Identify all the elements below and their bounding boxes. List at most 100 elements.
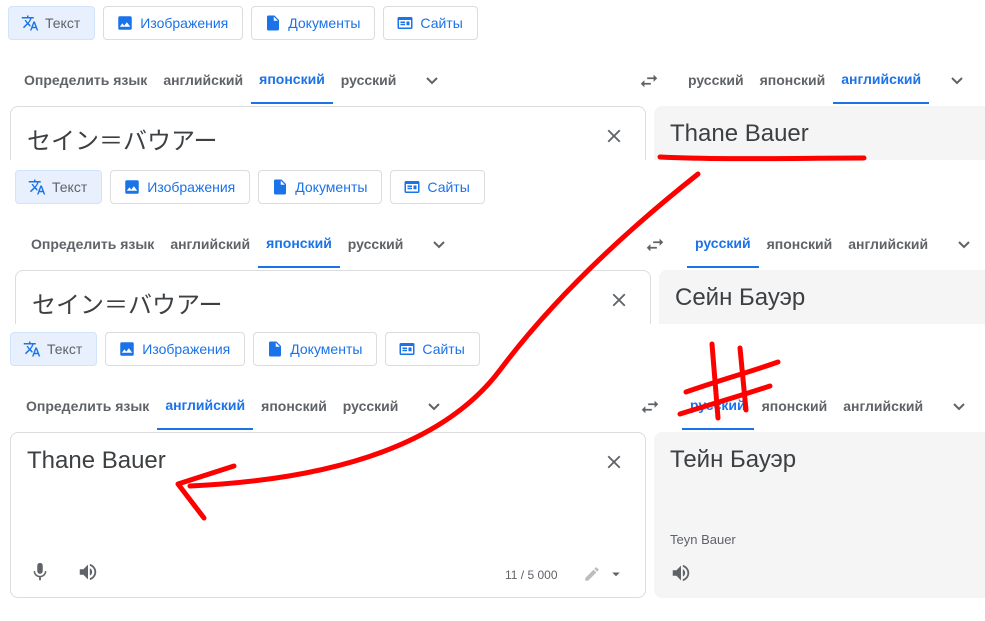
target-lang-russian[interactable]: русский (680, 56, 752, 104)
document-icon (269, 341, 282, 357)
mode-documents-label: Документы (295, 179, 368, 195)
source-text-area[interactable]: セイン＝バウアー (15, 270, 651, 324)
mode-sites-button[interactable]: Сайты (383, 6, 478, 40)
mode-text-label: Текст (52, 179, 88, 195)
translation-output: Thane Bauer (654, 106, 985, 160)
source-language-tabs: Определить язык английский японский русс… (16, 56, 444, 104)
source-lang-detect[interactable]: Определить язык (16, 56, 155, 104)
chevron-down-icon[interactable] (945, 68, 969, 92)
source-lang-english[interactable]: английский (162, 220, 258, 268)
mode-images-button[interactable]: Изображения (103, 6, 244, 40)
website-icon (397, 17, 413, 29)
translate-icon (28, 179, 46, 195)
speaker-icon[interactable] (670, 562, 692, 584)
target-lang-english[interactable]: английский (840, 220, 936, 268)
source-lang-english[interactable]: английский (155, 56, 251, 104)
mode-tabs: Текст Изображения Документы Сайты (10, 332, 480, 366)
chevron-down-icon[interactable] (947, 394, 971, 418)
source-text: セイン＝バウアー (32, 291, 223, 319)
source-lang-japanese[interactable]: японский (258, 220, 340, 268)
close-icon[interactable] (608, 289, 630, 311)
website-icon (404, 181, 420, 193)
source-text: Thane Bauer (27, 447, 166, 474)
mode-text-button[interactable]: Текст (8, 6, 96, 40)
mode-documents-button[interactable]: Документы (253, 332, 378, 366)
translation-text: Thane Bauer (670, 120, 809, 147)
microphone-icon[interactable] (29, 561, 51, 583)
translator-panel-1: Текст Изображения Документы Сайты Опреде… (0, 0, 985, 160)
source-lang-detect[interactable]: Определить язык (18, 382, 157, 430)
mode-images-label: Изображения (147, 179, 236, 195)
target-lang-russian[interactable]: русский (687, 220, 759, 268)
source-text: セイン＝バウアー (27, 127, 218, 155)
translator-panel-3: Текст Изображения Документы Сайты Опреде… (0, 326, 985, 621)
target-language-tabs: русский японский английский (687, 220, 976, 268)
mode-documents-button[interactable]: Документы (251, 6, 376, 40)
translation-text: Тейн Бауэр (670, 446, 797, 473)
target-lang-russian[interactable]: русский (682, 382, 754, 430)
swap-arrows-icon[interactable] (639, 396, 661, 418)
target-lang-japanese[interactable]: японский (754, 382, 836, 430)
source-lang-detect[interactable]: Определить язык (23, 220, 162, 268)
image-icon (120, 342, 134, 356)
mode-sites-label: Сайты (422, 341, 465, 357)
dropdown-arrow-icon[interactable] (607, 565, 625, 583)
mode-text-label: Текст (45, 15, 81, 31)
source-lang-japanese[interactable]: японский (253, 382, 335, 430)
mode-images-label: Изображения (142, 341, 231, 357)
character-counter: 11 / 5 000 (505, 568, 558, 582)
source-language-tabs: Определить язык английский японский русс… (18, 382, 446, 430)
chevron-down-icon[interactable] (422, 394, 446, 418)
source-text-area[interactable]: Thane Bauer 11 / 5 000 (10, 432, 646, 598)
document-icon (267, 15, 280, 31)
source-lang-japanese[interactable]: японский (251, 56, 333, 104)
translate-icon (21, 15, 39, 31)
mode-images-button[interactable]: Изображения (110, 170, 251, 204)
chevron-down-icon[interactable] (952, 232, 976, 256)
website-icon (399, 343, 415, 355)
mode-documents-label: Документы (288, 15, 361, 31)
translation-text: Сейн Бауэр (675, 284, 806, 311)
chevron-down-icon[interactable] (427, 232, 451, 256)
swap-arrows-icon[interactable] (638, 70, 660, 92)
mode-tabs: Текст Изображения Документы Сайты (8, 6, 478, 40)
source-lang-english[interactable]: английский (157, 382, 254, 430)
source-text-area[interactable]: セイン＝バウアー (10, 106, 646, 160)
translator-panel-2: Текст Изображения Документы Сайты Опреде… (0, 164, 985, 324)
translate-icon (23, 341, 41, 357)
chevron-down-icon[interactable] (420, 68, 444, 92)
mode-sites-button[interactable]: Сайты (385, 332, 480, 366)
source-lang-russian[interactable]: русский (340, 220, 412, 268)
target-lang-english[interactable]: английский (833, 56, 930, 104)
target-language-tabs: русский японский английский (682, 382, 971, 430)
mode-images-label: Изображения (140, 15, 229, 31)
translation-output: Сейн Бауэр (659, 270, 985, 324)
mode-text-label: Текст (47, 341, 83, 357)
mode-text-button[interactable]: Текст (15, 170, 103, 204)
close-icon[interactable] (603, 125, 625, 147)
swap-arrows-icon[interactable] (644, 234, 666, 256)
mode-documents-label: Документы (290, 341, 363, 357)
source-language-tabs: Определить язык английский японский русс… (23, 220, 451, 268)
speaker-icon[interactable] (77, 561, 99, 583)
image-icon (125, 180, 139, 194)
close-icon[interactable] (603, 451, 625, 473)
mode-text-button[interactable]: Текст (10, 332, 98, 366)
document-icon (274, 179, 287, 195)
target-lang-japanese[interactable]: японский (759, 220, 841, 268)
mode-sites-button[interactable]: Сайты (390, 170, 485, 204)
mode-sites-label: Сайты (420, 15, 463, 31)
mode-documents-button[interactable]: Документы (258, 170, 383, 204)
mode-sites-label: Сайты (427, 179, 470, 195)
mode-images-button[interactable]: Изображения (105, 332, 246, 366)
source-lang-russian[interactable]: русский (335, 382, 407, 430)
target-language-tabs: русский японский английский (680, 56, 969, 104)
mode-tabs: Текст Изображения Документы Сайты (15, 170, 485, 204)
source-lang-russian[interactable]: русский (333, 56, 405, 104)
image-icon (118, 16, 132, 30)
transliteration-text: Teyn Bauer (670, 532, 736, 547)
pencil-icon[interactable] (583, 565, 601, 583)
translation-output: Тейн Бауэр Teyn Bauer (654, 432, 985, 598)
target-lang-english[interactable]: английский (835, 382, 931, 430)
target-lang-japanese[interactable]: японский (752, 56, 834, 104)
